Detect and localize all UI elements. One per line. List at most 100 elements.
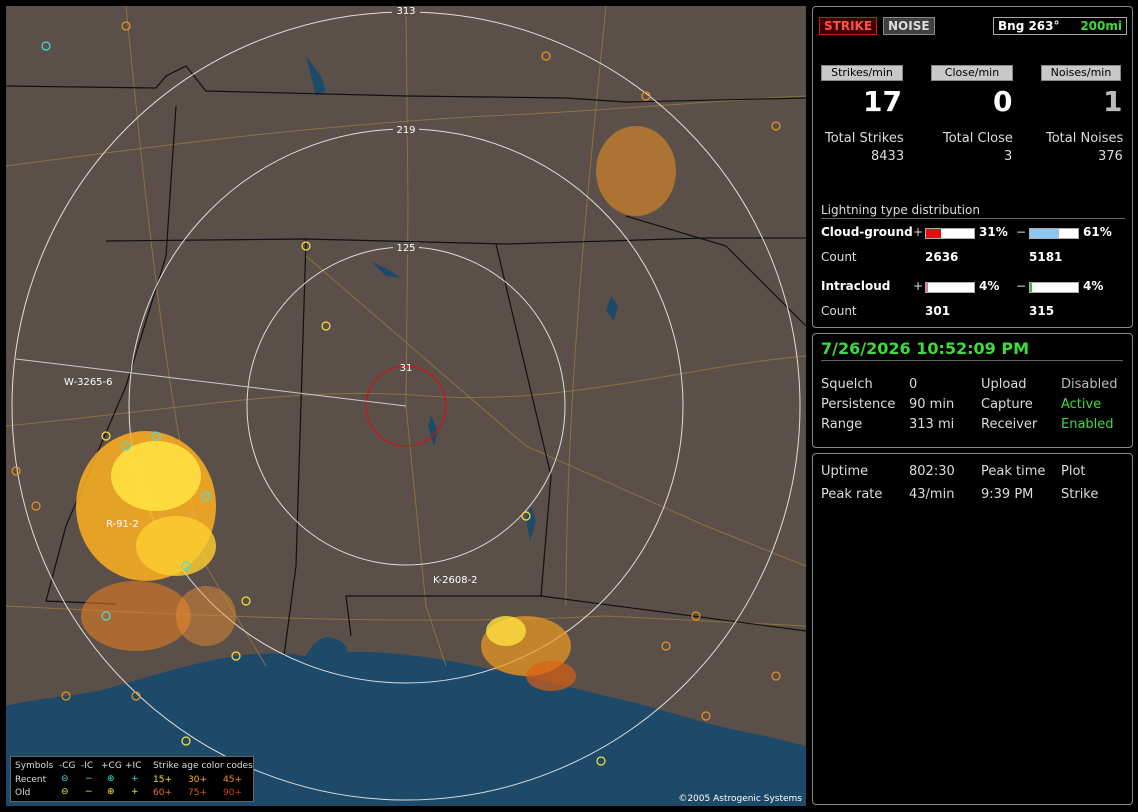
total-noises-label: Total Noises [1046, 131, 1124, 146]
ic-positive-pct: 4% [979, 279, 1000, 293]
lake [371, 261, 401, 278]
station-label: R-91-2 [106, 519, 139, 530]
noises-per-min-button[interactable]: Noises/min [1041, 65, 1121, 81]
noise-mode-button[interactable]: NOISE [883, 17, 935, 35]
ic-minus-sign: − [1016, 279, 1027, 293]
ic-negative-pct: 4% [1083, 279, 1104, 293]
recent-neg-cg-symbol-icon: ⊖ [61, 774, 69, 784]
recent-pos-ic-symbol-icon: + [131, 774, 139, 784]
upload-value: Disabled [1061, 377, 1118, 392]
state-line [6, 65, 806, 103]
strike-rates-panel: STRIKE NOISE Bng 263° 200mi Strikes/min … [812, 6, 1133, 328]
strike-mode-button[interactable]: STRIKE [819, 17, 878, 35]
capture-value: Active [1061, 397, 1102, 412]
lake [526, 506, 536, 541]
station-label: K-2608-2 [433, 575, 478, 586]
cg-negative-bar [1029, 228, 1079, 239]
legend-recent-label: Recent [15, 775, 47, 785]
ic-label: Intracloud [821, 279, 891, 293]
lake [606, 296, 618, 321]
range-value: 313 mi [909, 417, 955, 432]
recent-pos-cg-symbol-icon: ⊕ [107, 774, 115, 784]
legend-old-label: Old [15, 788, 31, 798]
bearing-range-display: Bng 263° 200mi [993, 17, 1127, 35]
old-pos-ic-symbol-icon: + [131, 787, 139, 797]
total-strikes-label: Total Strikes [825, 131, 904, 146]
peak-time-value: 9:39 PM [981, 487, 1034, 502]
ic-positive-count: 301 [925, 304, 951, 318]
ic-plus-sign: + [913, 279, 924, 293]
range-label-125: 125 [396, 243, 415, 254]
persistence-label: Persistence [821, 397, 896, 412]
statistics-panel: Uptime 802:30 Peak time Plot Peak rate 4… [812, 453, 1133, 805]
cg-count-label: Count [821, 250, 857, 264]
range-label-219: 219 [396, 125, 415, 136]
map-canvas: 313 219 125 31 W-3265-6 R-91-2 K-2608-2 [6, 6, 806, 806]
persistence-value: 90 min [909, 397, 955, 412]
legend-col-pos-ic: +IC [125, 761, 142, 771]
close-per-min-button[interactable]: Close/min [931, 65, 1013, 81]
uptime-label: Uptime [821, 464, 869, 479]
legend-age-60: 60+ [153, 788, 172, 798]
receiver-label: Receiver [981, 417, 1038, 432]
cg-plus-sign: + [913, 225, 924, 239]
symbol-legend: Symbols -CG -IC +CG +IC Strike age color… [10, 756, 254, 802]
plot-value: Strike [1061, 487, 1099, 502]
road [405, 6, 447, 667]
legend-col-neg-cg: -CG [59, 761, 76, 771]
legend-col-pos-cg: +CG [101, 761, 122, 771]
range-label-313: 313 [396, 6, 415, 17]
peak-rate-label: Peak rate [821, 487, 883, 502]
range-label: Range [821, 417, 863, 432]
uptime-value: 802:30 [909, 464, 955, 479]
cg-label: Cloud-ground [821, 225, 913, 239]
peak-rate-value: 43/min [909, 487, 955, 502]
range-label-31: 31 [400, 363, 413, 374]
upload-label: Upload [981, 377, 1027, 392]
total-strikes-value: 8433 [871, 149, 905, 164]
legend-symbols-label: Symbols [15, 761, 54, 771]
divider [821, 218, 1125, 219]
range-value: 200mi [1080, 19, 1122, 33]
state-line [283, 238, 307, 657]
copyright-text: ©2005 Astrogenic Systems [678, 794, 802, 804]
state-line [625, 215, 806, 327]
cg-negative-count: 5181 [1029, 250, 1063, 264]
strikes-per-min-button[interactable]: Strikes/min [821, 65, 903, 81]
status-panel: 7/26/2026 10:52:09 PM Squelch 0 Upload D… [812, 333, 1133, 448]
legend-age-45: 45+ [223, 775, 242, 785]
legend-age-90: 90+ [223, 788, 242, 798]
lightning-map[interactable]: 313 219 125 31 W-3265-6 R-91-2 K-2608-2 … [6, 6, 806, 806]
noises-per-min-value: 1 [1103, 85, 1123, 118]
legend-age-30: 30+ [188, 775, 207, 785]
legend-age-15: 15+ [153, 775, 172, 785]
cg-positive-bar [925, 228, 975, 239]
cg-minus-sign: − [1016, 225, 1027, 239]
recent-neg-ic-symbol-icon: − [85, 774, 93, 784]
total-close-label: Total Close [943, 131, 1013, 146]
bay-water [306, 637, 347, 662]
squelch-value: 0 [909, 377, 918, 392]
old-pos-cg-symbol-icon: ⊕ [107, 787, 115, 797]
distribution-title: Lightning type distribution [821, 203, 980, 217]
legend-col-neg-ic: -IC [81, 761, 94, 771]
strikes-per-min-value: 17 [863, 85, 902, 118]
ic-count-label: Count [821, 304, 857, 318]
bearing-value: Bng 263° [998, 19, 1060, 33]
state-line [540, 595, 806, 632]
old-neg-cg-symbol-icon: ⊖ [61, 787, 69, 797]
station-label: W-3265-6 [64, 377, 113, 388]
ic-negative-bar [1029, 282, 1079, 293]
cg-positive-pct: 31% [979, 225, 1008, 239]
cg-positive-count: 2636 [925, 250, 959, 264]
divider [821, 360, 1123, 361]
close-per-min-value: 0 [993, 85, 1013, 118]
plot-label: Plot [1061, 464, 1086, 479]
lake [306, 56, 326, 96]
road [565, 6, 607, 607]
cg-negative-pct: 61% [1083, 225, 1112, 239]
squelch-label: Squelch [821, 377, 873, 392]
ic-negative-count: 315 [1029, 304, 1055, 318]
total-close-value: 3 [1004, 149, 1013, 164]
legend-age-title: Strike age color codes [153, 761, 253, 771]
